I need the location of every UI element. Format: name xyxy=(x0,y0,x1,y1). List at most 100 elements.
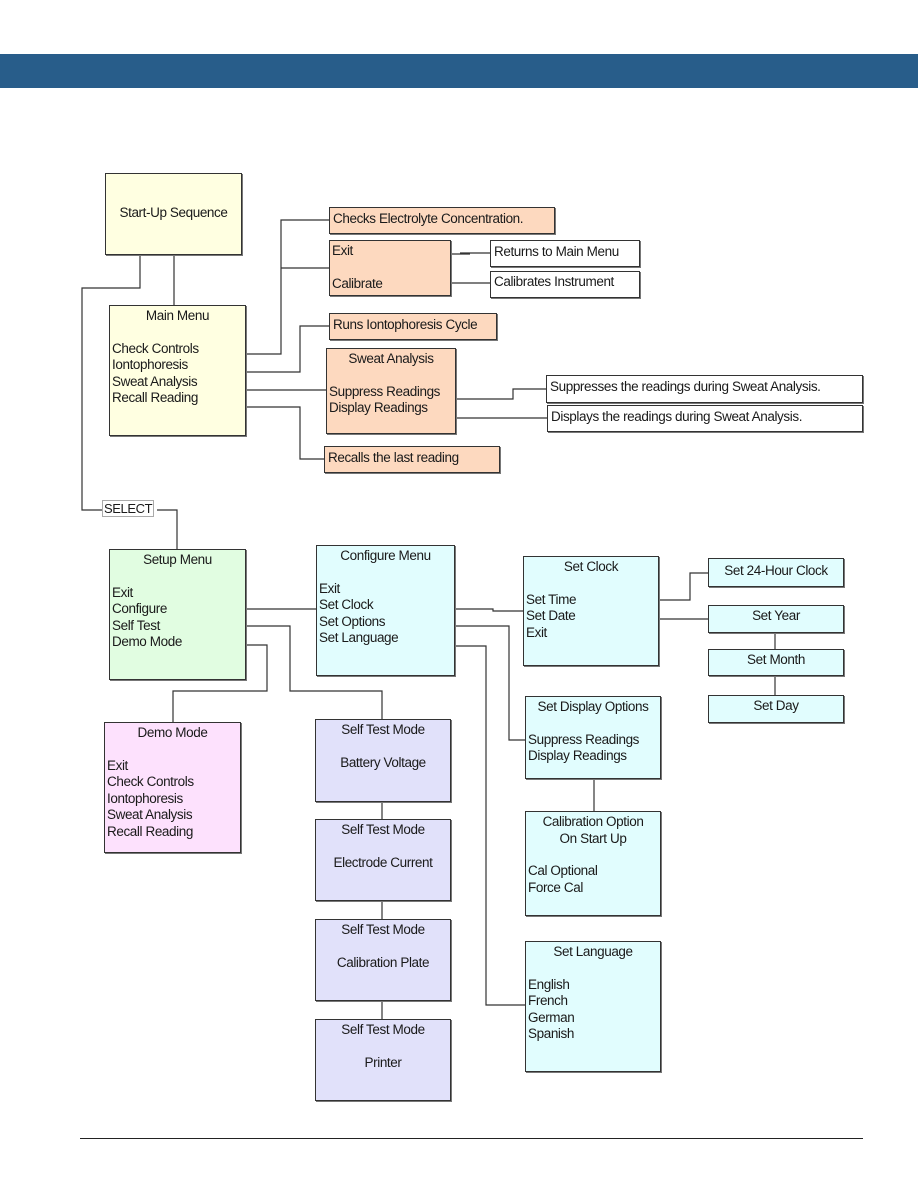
calibration-option-item: Force Cal xyxy=(528,879,583,895)
set-day-label: Set Day xyxy=(753,698,799,713)
self-test-title: Self Test Mode xyxy=(341,922,425,937)
self-test-title: Self Test Mode xyxy=(341,822,425,837)
demo-mode-item: Check Controls xyxy=(107,774,194,789)
main-menu-item: Iontophoresis xyxy=(112,357,188,372)
calibration-option-subtitle: On Start Up xyxy=(559,830,627,846)
set-month-box: Set Month xyxy=(708,649,844,676)
demo-mode-item: Recall Reading xyxy=(107,823,193,839)
main-menu-title: Main Menu xyxy=(145,308,210,323)
set-24h-box: Set 24-Hour Clock xyxy=(708,558,844,587)
sweat-analysis-box: Sweat Analysis Suppress Readings Display… xyxy=(326,348,456,434)
self-test-label: Electrode Current xyxy=(333,854,433,870)
startup-sequence-box: Start-Up Sequence xyxy=(105,173,242,255)
iontophoresis-desc-box: Runs Iontophoresis Cycle xyxy=(329,313,497,340)
display-desc-box: Displays the readings during Sweat Analy… xyxy=(547,405,863,432)
set-day-box: Set Day xyxy=(708,695,844,723)
select-label: SELECT xyxy=(102,500,155,517)
check-controls-sub-item: Exit xyxy=(332,243,353,258)
sweat-analysis-title: Sweat Analysis xyxy=(348,351,434,366)
connector-iontophoresis xyxy=(246,325,329,373)
set-language-title: Set Language xyxy=(553,944,633,959)
main-menu-box: Main Menu Check Controls Iontophoresis S… xyxy=(109,305,246,436)
calibration-option-item: Cal Optional xyxy=(528,863,598,878)
check-controls-sub-item: Calibrate xyxy=(332,275,383,291)
calibration-option-box: Calibration Option On Start Up Cal Optio… xyxy=(525,811,661,916)
suppress-desc: Suppresses the readings during Sweat Ana… xyxy=(550,379,821,394)
configure-menu-box: Configure Menu Exit Set Clock Set Option… xyxy=(316,545,455,676)
set-language-box: Set Language English French German Spani… xyxy=(525,941,661,1072)
set-clock-box: Set Clock Set Time Set Date Exit xyxy=(523,556,659,666)
set-clock-item: Set Time xyxy=(526,591,577,607)
set-year-label: Set Year xyxy=(752,608,800,623)
self-test-title: Self Test Mode xyxy=(341,1022,425,1037)
connector-exit-returns xyxy=(451,252,490,255)
check-controls-desc: Checks Electrolyte Concentration. xyxy=(333,211,524,226)
connector-recall xyxy=(246,406,324,460)
demo-mode-title: Demo Mode xyxy=(137,725,208,740)
main-menu-item: Check Controls xyxy=(112,340,199,356)
self-test-box: Self Test Mode Calibration Plate xyxy=(315,919,451,1001)
self-test-title: Self Test Mode xyxy=(341,722,425,737)
iontophoresis-desc: Runs Iontophoresis Cycle xyxy=(333,317,478,332)
configure-menu-item: Exit xyxy=(319,580,340,596)
setup-menu-item: Exit xyxy=(112,584,133,600)
startup-sequence-title: Start-Up Sequence xyxy=(119,205,228,220)
returns-main-desc: Returns to Main Menu xyxy=(494,244,619,259)
setup-menu-title: Setup Menu xyxy=(143,552,212,567)
calibrates-instrument-desc: Calibrates Instrument xyxy=(494,274,614,289)
self-test-label: Battery Voltage xyxy=(340,754,426,770)
configure-menu-item: Set Options xyxy=(319,613,386,629)
set-language-item: English xyxy=(528,976,570,992)
demo-mode-item: Sweat Analysis xyxy=(107,807,193,822)
main-menu-item: Recall Reading xyxy=(112,390,198,405)
connector-setlanguage xyxy=(455,645,525,1006)
sweat-analysis-item: Suppress Readings xyxy=(329,383,441,399)
self-test-label: Calibration Plate xyxy=(336,954,430,970)
returns-main-box: Returns to Main Menu xyxy=(490,240,640,267)
self-test-label: Printer xyxy=(364,1054,402,1070)
set-clock-item: Set Date xyxy=(526,608,576,623)
connector-24h xyxy=(659,572,708,601)
suppress-desc-box: Suppresses the readings during Sweat Ana… xyxy=(546,375,863,403)
set-clock-item: Exit xyxy=(526,624,547,640)
sweat-analysis-item: Display Readings xyxy=(329,400,428,415)
connector-setoptions xyxy=(455,625,527,741)
display-options-item: Suppress Readings xyxy=(528,731,640,747)
set-month-label: Set Month xyxy=(747,652,805,667)
self-test-box: Self Test Mode Electrode Current xyxy=(315,819,451,901)
set-language-item: German xyxy=(528,1009,575,1025)
self-test-box: Self Test Mode Printer xyxy=(315,1019,451,1101)
set-24h-label: Set 24-Hour Clock xyxy=(724,563,828,578)
display-options-item: Display Readings xyxy=(528,748,627,763)
check-controls-desc-box: Checks Electrolyte Concentration. xyxy=(329,207,555,234)
recall-desc-box: Recalls the last reading xyxy=(324,446,500,473)
setup-menu-box: Setup Menu Exit Configure Self Test Demo… xyxy=(109,549,246,680)
self-test-box: Self Test Mode Battery Voltage xyxy=(315,719,451,802)
configure-menu-item: Set Language xyxy=(319,630,399,645)
connector-check-controls xyxy=(246,219,329,355)
check-controls-sub-box: Exit Calibrate xyxy=(329,240,451,296)
main-menu-item: Sweat Analysis xyxy=(112,373,198,389)
setup-menu-item: Demo Mode xyxy=(112,634,182,649)
configure-menu-item: Set Clock xyxy=(319,597,374,612)
recall-desc: Recalls the last reading xyxy=(328,450,459,465)
demo-mode-item: Exit xyxy=(107,757,128,773)
connector-select-setup xyxy=(157,509,178,549)
set-clock-title: Set Clock xyxy=(563,559,619,574)
demo-mode-box: Demo Mode Exit Check Controls Iontophore… xyxy=(104,722,241,853)
display-options-title: Set Display Options xyxy=(537,699,649,714)
set-year-box: Set Year xyxy=(708,605,844,633)
calibrates-instrument-box: Calibrates Instrument xyxy=(490,271,640,298)
calibration-option-title: Calibration Option xyxy=(542,814,644,829)
configure-menu-title: Configure Menu xyxy=(340,548,431,563)
display-desc: Displays the readings during Sweat Analy… xyxy=(551,409,803,424)
display-options-box: Set Display Options Suppress Readings Di… xyxy=(525,696,661,779)
setup-menu-item: Configure xyxy=(112,601,167,616)
footer-rule xyxy=(80,1138,863,1139)
setup-menu-item: Self Test xyxy=(112,617,160,633)
connector-suppress xyxy=(456,388,546,400)
demo-mode-item: Iontophoresis xyxy=(107,790,183,806)
set-language-item: French xyxy=(528,993,568,1008)
set-language-item: Spanish xyxy=(528,1026,574,1041)
connector-setclock xyxy=(455,608,523,612)
